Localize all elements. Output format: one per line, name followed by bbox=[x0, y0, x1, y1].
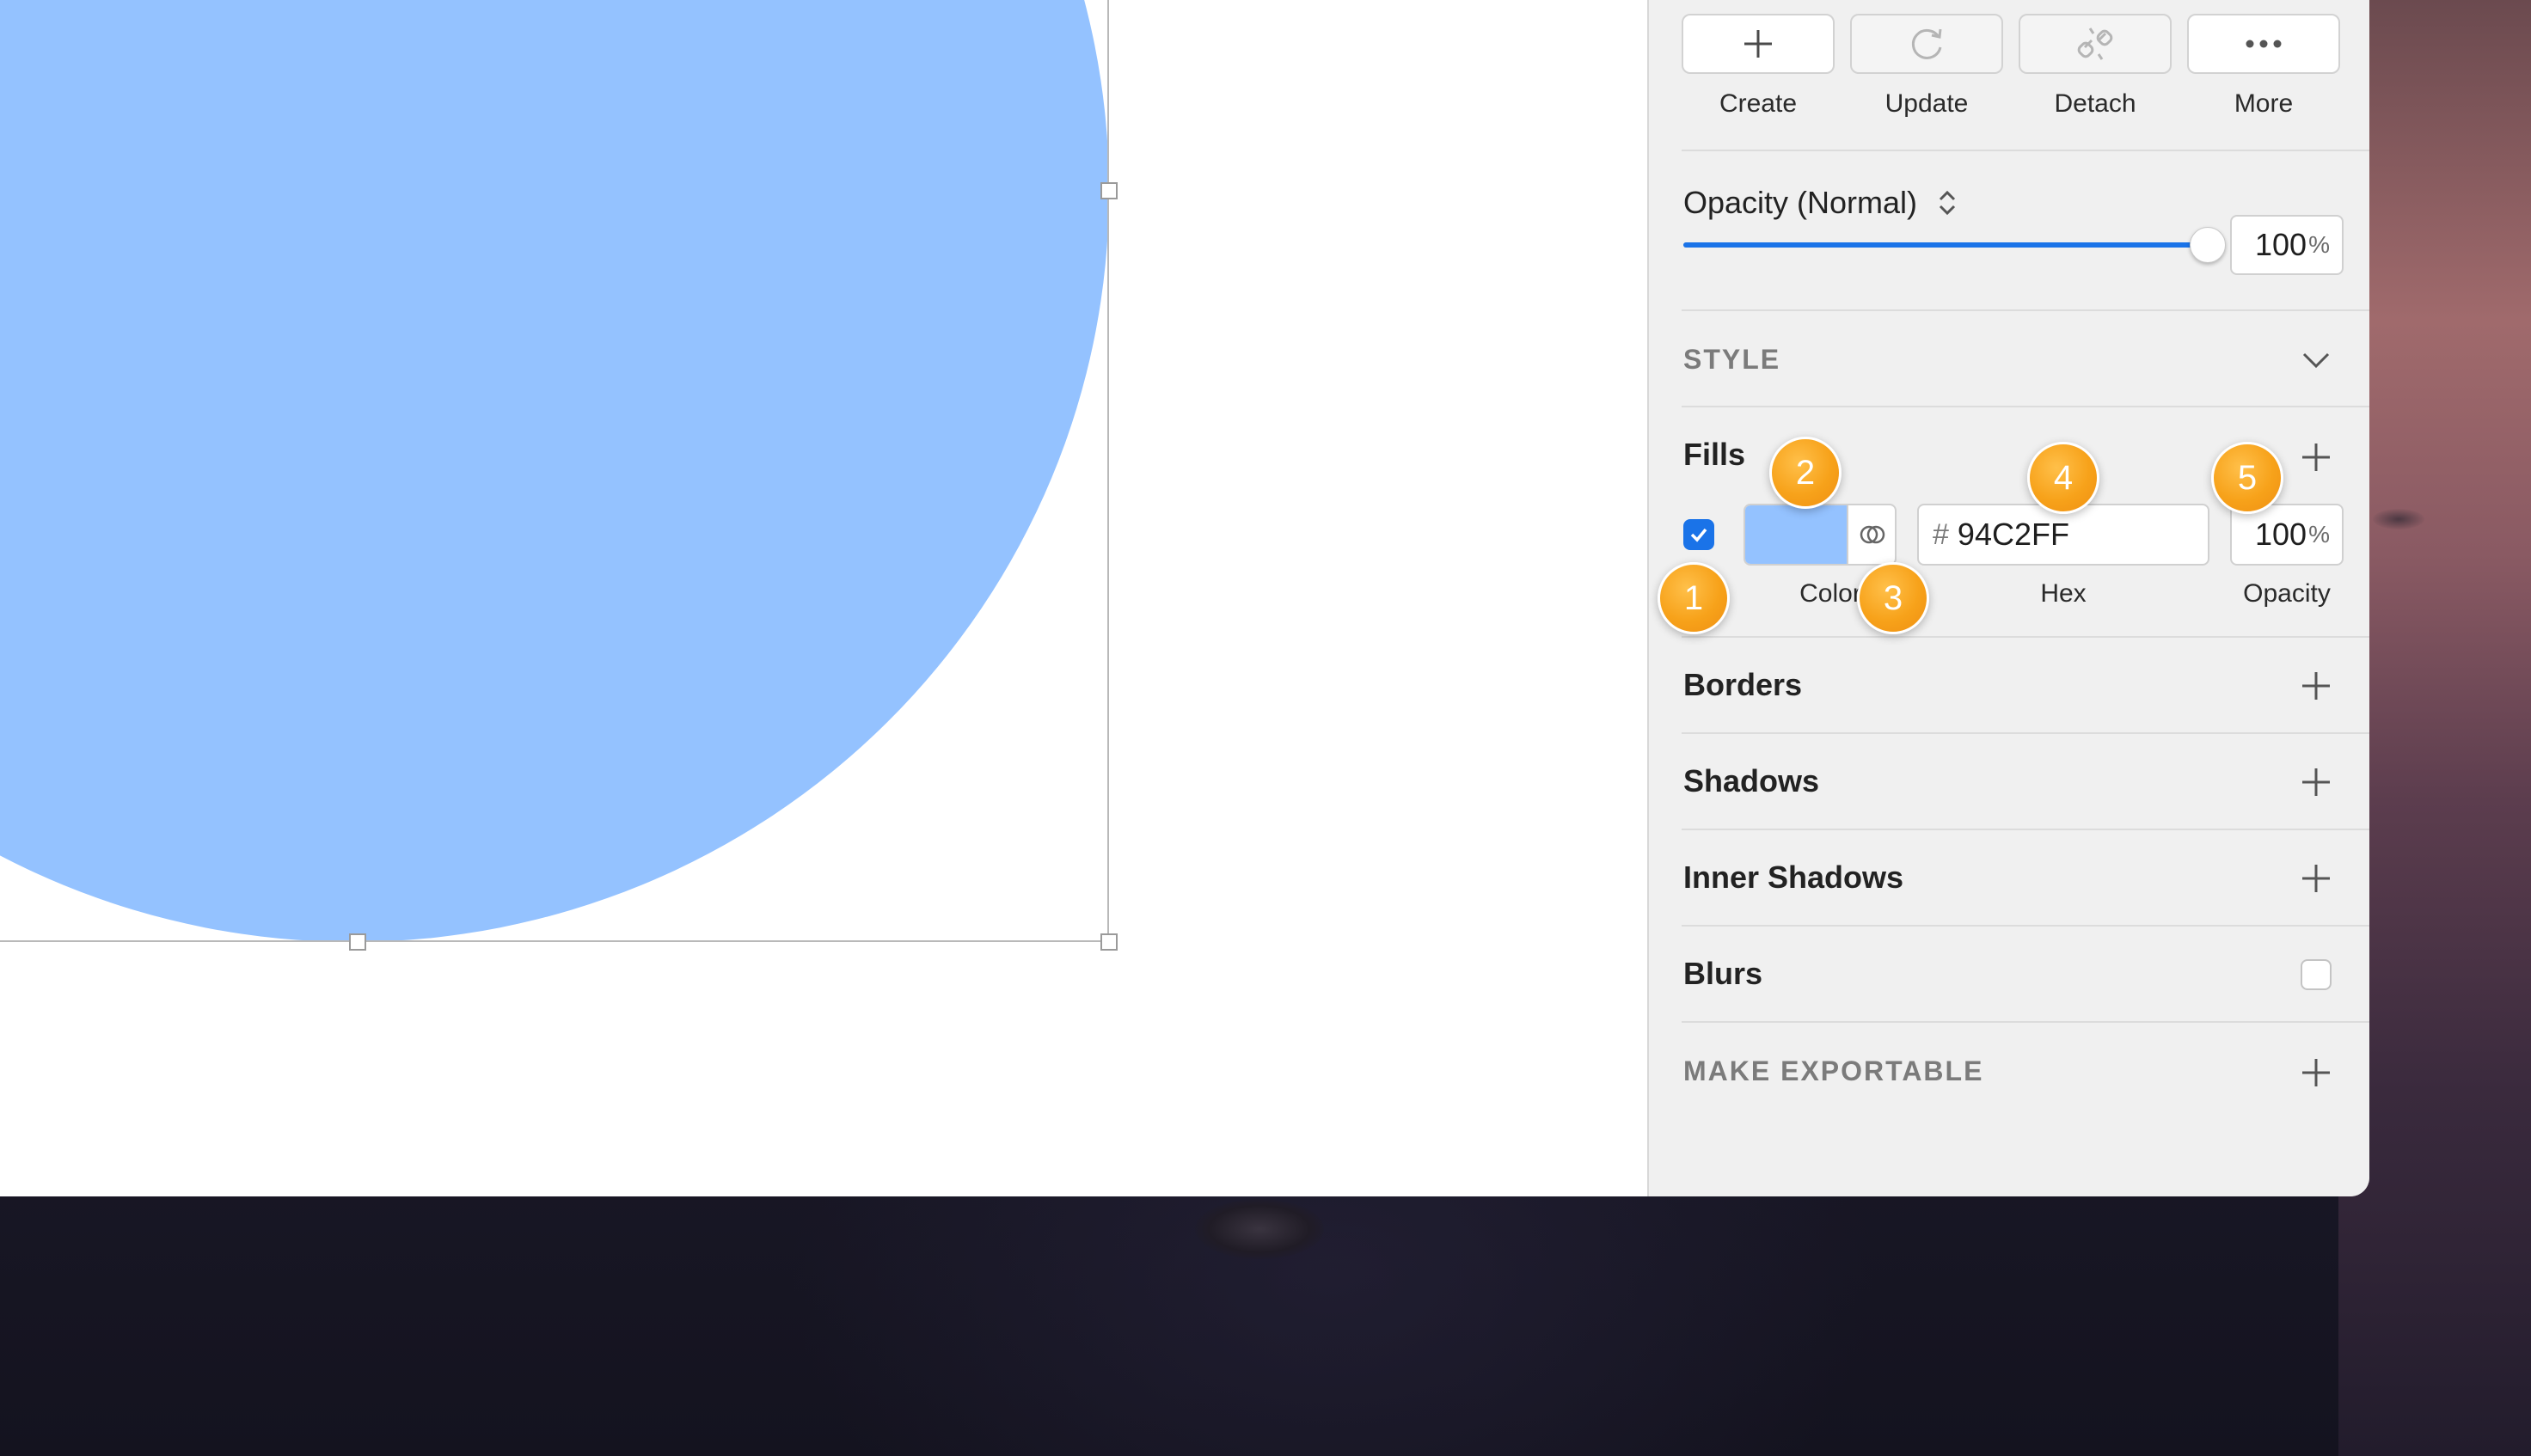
resize-handle-right[interactable] bbox=[1100, 182, 1118, 199]
more-symbol-button[interactable] bbox=[2187, 14, 2340, 74]
divider bbox=[1682, 309, 2369, 311]
create-symbol-label: Create bbox=[1719, 89, 1798, 118]
blurs-section-title: Blurs bbox=[1683, 956, 1763, 991]
update-symbol-button[interactable] bbox=[1850, 14, 2003, 74]
opacity-value: 100 bbox=[2255, 227, 2307, 262]
divider bbox=[1682, 925, 2369, 927]
fill-color-swatch[interactable] bbox=[1745, 505, 1848, 564]
shadows-section-title: Shadows bbox=[1683, 763, 1820, 798]
add-export-button[interactable] bbox=[2297, 1054, 2335, 1092]
more-symbol-label: More bbox=[2234, 89, 2294, 118]
opacity-slider-knob[interactable] bbox=[2190, 227, 2226, 263]
chevron-down-icon bbox=[2302, 352, 2330, 369]
opacity-blend-label: Opacity (Normal) bbox=[1683, 185, 1918, 220]
fill-hex-label: Hex bbox=[2040, 579, 2087, 608]
color-variables-button[interactable] bbox=[1850, 505, 1895, 564]
wallpaper-rock-small bbox=[2373, 509, 2424, 529]
plus-icon bbox=[2302, 444, 2330, 471]
hex-hash-symbol: # bbox=[1933, 517, 1949, 551]
add-border-button[interactable] bbox=[2297, 667, 2335, 705]
divider bbox=[1682, 150, 2369, 151]
detach-symbol-button[interactable] bbox=[2019, 14, 2172, 74]
add-shadow-button[interactable] bbox=[2297, 763, 2335, 801]
resize-handle-bottom[interactable] bbox=[349, 933, 366, 951]
plus-icon bbox=[2302, 768, 2330, 796]
selection-box bbox=[0, 0, 1109, 942]
ellipsis-icon bbox=[2246, 40, 2282, 48]
opacity-slider[interactable] bbox=[1683, 227, 2226, 263]
fill-opacity-value: 100 bbox=[2255, 517, 2307, 552]
up-down-chevron-icon bbox=[1939, 190, 1956, 216]
fills-section-title: Fills bbox=[1683, 437, 1746, 472]
add-fill-button[interactable] bbox=[2297, 438, 2335, 476]
fill-enabled-checkbox[interactable] bbox=[1683, 519, 1714, 550]
broken-link-icon bbox=[2077, 28, 2113, 60]
style-section-title: STYLE bbox=[1683, 344, 1781, 375]
resize-handle-bottom-right[interactable] bbox=[1100, 933, 1118, 951]
checkmark-icon bbox=[1690, 528, 1707, 542]
plus-icon bbox=[1744, 30, 1772, 58]
opacity-input[interactable]: 100 % bbox=[2230, 215, 2344, 275]
fill-color-control bbox=[1744, 504, 1897, 566]
create-symbol-button[interactable] bbox=[1682, 14, 1835, 74]
callout-marker-3: 3 bbox=[1857, 562, 1929, 634]
callout-marker-5: 5 bbox=[2211, 442, 2283, 514]
inspector-panel: Create Update Detach More Opacity (Norma… bbox=[1647, 0, 2369, 1196]
plus-icon bbox=[2302, 1059, 2330, 1086]
plus-icon bbox=[2302, 865, 2330, 892]
make-exportable-title: MAKE EXPORTABLE bbox=[1683, 1055, 1984, 1086]
callout-marker-4: 4 bbox=[2027, 442, 2099, 514]
opacity-slider-fill bbox=[1683, 242, 2199, 248]
plus-icon bbox=[2302, 672, 2330, 700]
fill-opacity-label: Opacity bbox=[2243, 579, 2331, 608]
detach-symbol-label: Detach bbox=[2054, 89, 2136, 118]
color-variables-icon bbox=[1860, 525, 1885, 544]
canvas[interactable] bbox=[0, 0, 1647, 1196]
add-inner-shadow-button[interactable] bbox=[2297, 860, 2335, 897]
update-symbol-label: Update bbox=[1884, 89, 1969, 118]
refresh-icon bbox=[1911, 28, 1942, 59]
callout-marker-2: 2 bbox=[1769, 437, 1842, 509]
inner-shadows-section-title: Inner Shadows bbox=[1683, 860, 1904, 895]
style-collapse-toggle[interactable] bbox=[2297, 340, 2335, 378]
fill-hex-value: 94C2FF bbox=[1957, 517, 2069, 552]
divider bbox=[1682, 829, 2369, 830]
divider bbox=[1682, 406, 2369, 407]
opacity-blend-selector[interactable]: Opacity (Normal) bbox=[1683, 184, 1960, 222]
divider bbox=[1682, 1021, 2369, 1023]
wallpaper-rock bbox=[1195, 1199, 1324, 1259]
borders-section-title: Borders bbox=[1683, 667, 1803, 702]
fill-opacity-unit: % bbox=[2308, 521, 2330, 548]
divider bbox=[1682, 636, 2369, 638]
callout-marker-1: 1 bbox=[1658, 562, 1730, 634]
blurs-checkbox[interactable] bbox=[2301, 959, 2332, 990]
divider bbox=[1682, 732, 2369, 734]
app-window: Create Update Detach More Opacity (Norma… bbox=[0, 0, 2369, 1196]
opacity-unit: % bbox=[2308, 231, 2330, 258]
